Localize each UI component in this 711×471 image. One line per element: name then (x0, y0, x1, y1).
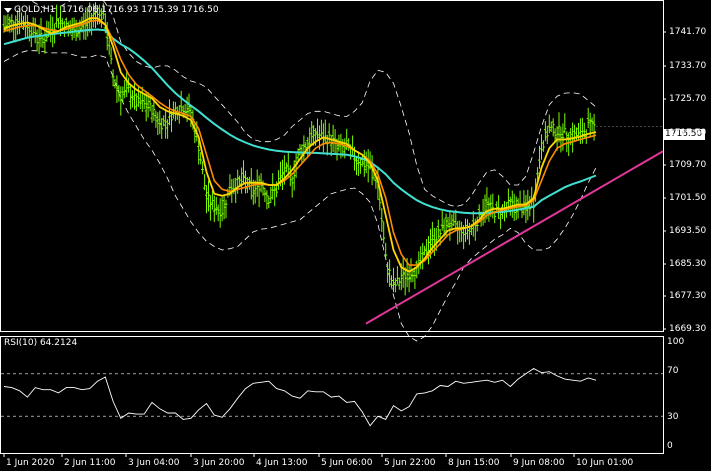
price-tick-label: 1725.70 (669, 94, 707, 104)
chart-canvas[interactable] (0, 0, 711, 471)
rsi-tick-label: 70 (667, 366, 679, 376)
symbol-ohlc-header: GOLD,H1 1716.06 1716.93 1715.39 1716.50 (14, 5, 219, 15)
rsi-tick-label: 0 (667, 441, 673, 451)
time-tick-label: 1 Jun 2020 (6, 458, 55, 468)
support-trendline[interactable] (365, 150, 664, 325)
price-tick-label: 1741.70 (669, 27, 707, 37)
rsi-plot[interactable] (1, 367, 663, 427)
slow-moving-average-line (3, 28, 597, 215)
price-tick-label: 1733.70 (669, 61, 707, 71)
price-tick-label: 1693.50 (669, 226, 707, 236)
mid-moving-average-line (3, 19, 597, 266)
price-tick-label: 1717.70 (669, 128, 707, 138)
time-tick-label: 2 Jun 11:00 (64, 458, 116, 468)
ohlc-values: 1716.06 1716.93 1715.39 1716.50 (61, 5, 219, 15)
symbol-name: GOLD,H1 (14, 5, 56, 15)
axis-tick-marks (3, 31, 666, 457)
time-tick-label: 3 Jun 04:00 (128, 458, 180, 468)
time-tick-label: 5 Jun 22:00 (384, 458, 436, 468)
candle-bars (2, 2, 596, 296)
bollinger-lower-band (3, 50, 597, 342)
rsi-tick-label: 30 (667, 412, 679, 422)
rsi-indicator-label: RSI(10) 64.2124 (4, 338, 78, 348)
time-tick-label: 5 Jun 06:00 (321, 458, 373, 468)
price-plot[interactable] (2, 0, 664, 342)
time-tick-label: 4 Jun 13:00 (256, 458, 308, 468)
price-tick-label: 1669.30 (669, 324, 707, 334)
price-tick-label: 1677.30 (669, 291, 707, 301)
price-tick-label: 1685.30 (669, 259, 707, 269)
frame (0, 0, 664, 454)
price-panel-border (0, 0, 664, 332)
price-tick-label: 1701.50 (669, 193, 707, 203)
bollinger-upper-band (3, 0, 597, 208)
rsi-tick-label: 100 (667, 337, 685, 347)
price-tick-label: 1709.70 (669, 160, 707, 170)
time-tick-label: 3 Jun 20:00 (193, 458, 245, 468)
symbol-menu-icon[interactable] (4, 8, 12, 13)
rsi-line (3, 367, 597, 427)
time-tick-label: 10 Jun 01:00 (576, 458, 634, 468)
rsi-panel-border (0, 336, 664, 454)
time-tick-label: 9 Jun 08:00 (513, 458, 565, 468)
time-tick-label: 8 Jun 15:00 (448, 458, 500, 468)
